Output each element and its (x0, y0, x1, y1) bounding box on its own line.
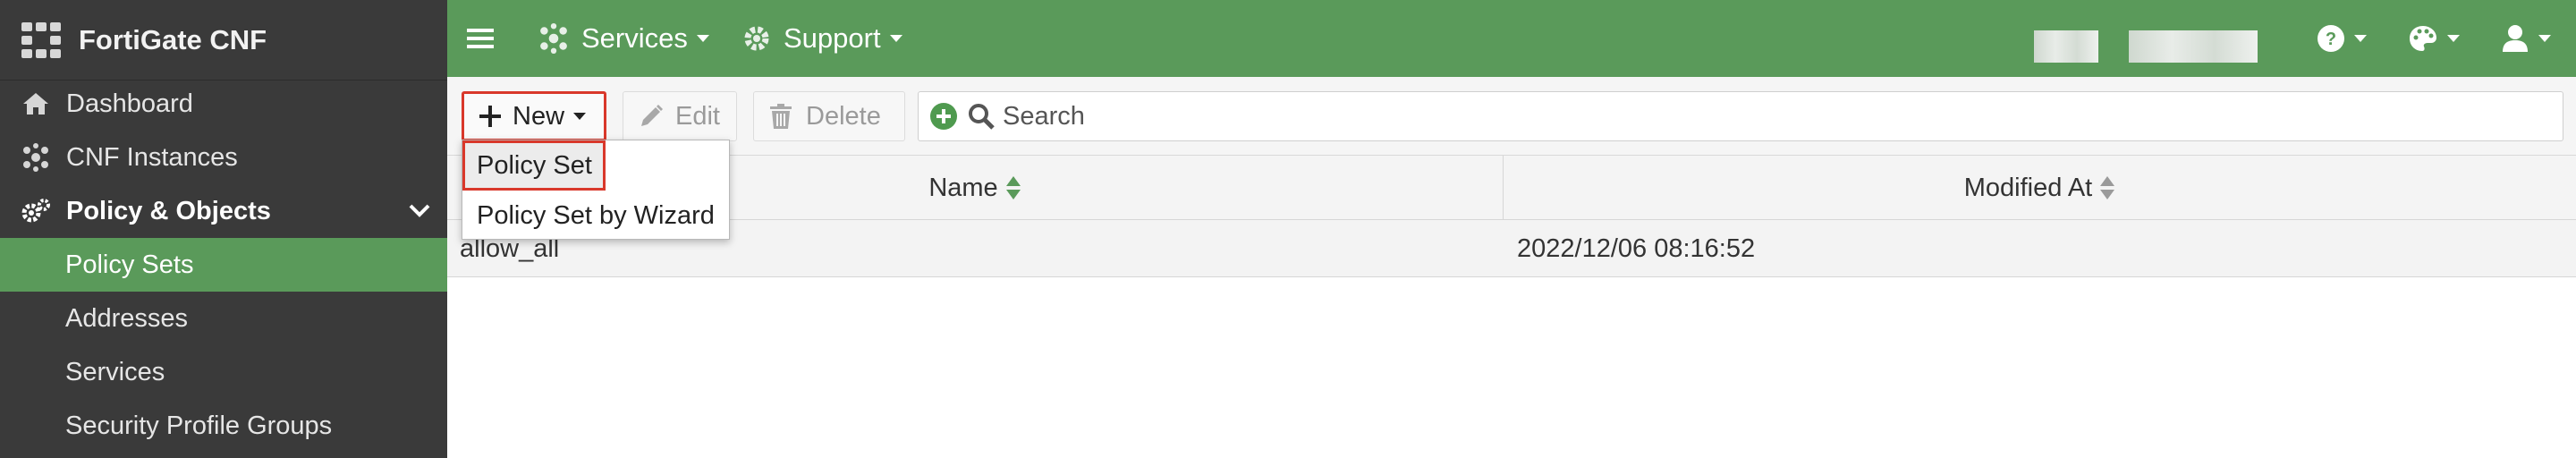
services-menu-label: Services (581, 22, 688, 54)
help-icon: ? (2318, 25, 2344, 52)
fortinet-logo-icon (21, 21, 61, 58)
delete-button[interactable]: Delete (753, 91, 905, 141)
menu-item-policy-set-by-wizard[interactable]: Policy Set by Wizard (462, 191, 729, 241)
sidebar-item-label: Services (65, 357, 165, 386)
brand-title: FortiGate CNF (79, 23, 267, 55)
gear-icon (744, 26, 769, 51)
user-icon (2503, 25, 2528, 52)
sidebar-item-dashboard[interactable]: Dashboard (0, 77, 447, 131)
sidebar-item-security-profile-groups[interactable]: Security Profile Groups (0, 399, 447, 453)
sidebar-item-policy-objects[interactable]: Policy & Objects (0, 184, 447, 238)
sidebar-item-cnf-instances[interactable]: CNF Instances (0, 131, 447, 184)
sidebar-item-label: Addresses (65, 303, 189, 333)
redacted-user-info (2129, 30, 2258, 63)
new-dropdown-menu: Policy Set Policy Set by Wizard (462, 140, 730, 240)
brand[interactable]: FortiGate CNF (0, 0, 447, 81)
home-icon (16, 91, 55, 116)
user-menu-button[interactable] (2501, 0, 2551, 77)
table-row[interactable]: allow_all 2022/12/06 08:16:52 (447, 220, 2576, 277)
cluster-icon (16, 143, 55, 172)
support-menu-button[interactable]: Support (742, 0, 902, 77)
edit-button-label: Edit (675, 101, 720, 131)
pencil-icon (641, 105, 663, 126)
top-navbar: Services Support ? (447, 0, 2576, 77)
menu-item-policy-set[interactable]: Policy Set (462, 140, 606, 191)
search-icon (969, 104, 995, 130)
svg-text:?: ? (2326, 30, 2336, 49)
cluster-icon (540, 23, 567, 54)
edit-button[interactable]: Edit (623, 91, 737, 141)
caret-down-icon (889, 35, 902, 42)
toolbar: New Edit Delete Search (447, 77, 2576, 156)
caret-down-icon (696, 35, 709, 42)
sidebar-item-services[interactable]: Services (0, 345, 447, 399)
cogs-icon (16, 198, 55, 225)
column-header-label: Modified At (1963, 173, 2093, 202)
sidebar: FortiGate CNF Dashboard CNF Instances Po… (0, 0, 447, 458)
sidebar-item-addresses[interactable]: Addresses (0, 292, 447, 345)
search-placeholder: Search (1003, 101, 1085, 131)
cell-modified-at: 2022/12/06 08:16:52 (1517, 233, 1756, 263)
support-menu-label: Support (784, 22, 881, 54)
trash-icon (770, 104, 792, 129)
sidebar-item-policy-sets[interactable]: Policy Sets (0, 238, 447, 292)
sidebar-item-label: Policy & Objects (66, 196, 271, 225)
caret-down-icon (573, 113, 587, 120)
sidebar-item-label: CNF Instances (66, 142, 238, 172)
help-menu-button[interactable]: ? (2317, 0, 2367, 77)
caret-down-icon (2447, 35, 2460, 42)
column-header-modified-at[interactable]: Modified At (1504, 156, 2576, 220)
search-field[interactable]: Search (918, 91, 2563, 141)
palette-icon (2410, 26, 2436, 51)
sidebar-item-label: Security Profile Groups (65, 411, 333, 440)
new-button[interactable]: New (462, 91, 606, 141)
theme-menu-button[interactable] (2408, 0, 2460, 77)
plus-icon (479, 106, 501, 127)
redacted-account-info (2034, 30, 2098, 63)
sidebar-item-label: Dashboard (66, 89, 193, 118)
table-header: Name Modified At (447, 156, 2576, 277)
menu-toggle-button[interactable] (467, 0, 494, 77)
hamburger-icon (467, 29, 494, 48)
sidebar-item-label: Policy Sets (65, 250, 194, 279)
caret-down-icon (2538, 35, 2551, 42)
sort-icon (2100, 176, 2115, 199)
sort-icon (1005, 176, 1021, 199)
chevron-down-icon (409, 204, 430, 217)
caret-down-icon (2354, 35, 2367, 42)
app-window: FortiGate CNF Dashboard CNF Instances Po… (0, 0, 2576, 458)
add-filter-icon[interactable] (929, 102, 958, 131)
column-header-label: Name (928, 173, 998, 202)
new-button-label: New (513, 101, 565, 131)
delete-button-label: Delete (806, 101, 881, 131)
services-menu-button[interactable]: Services (538, 0, 709, 77)
